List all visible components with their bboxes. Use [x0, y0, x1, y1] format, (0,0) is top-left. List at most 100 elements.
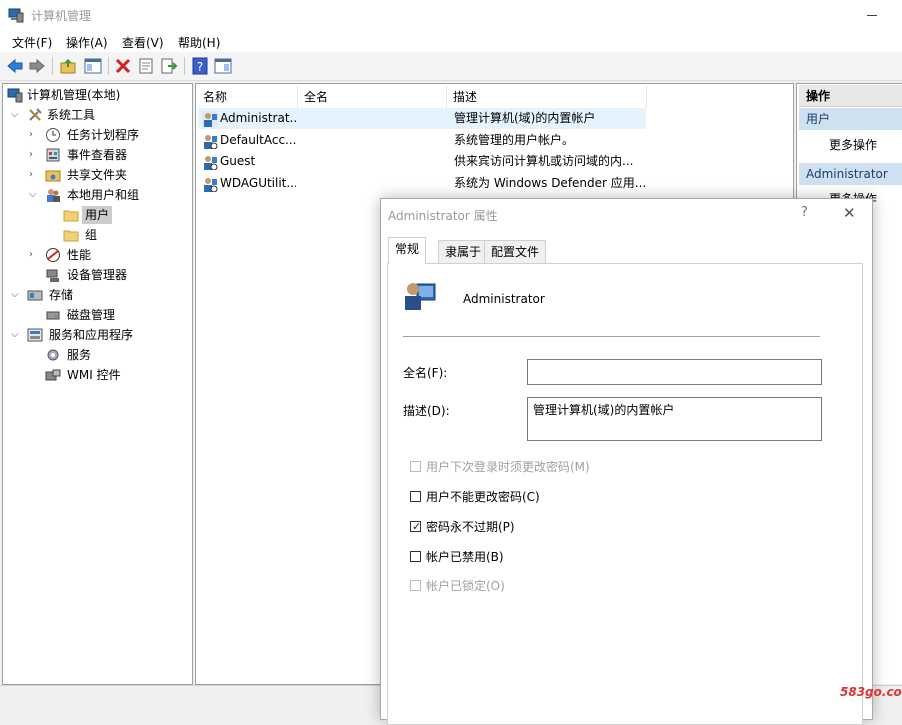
tree-item-services-apps[interactable]: ⌵ 服务和应用程序	[11, 326, 191, 344]
actions-section-administrator: Administrator	[799, 163, 902, 185]
clock-icon	[46, 128, 60, 142]
column-header-name[interactable]: 名称	[197, 86, 298, 108]
divider	[403, 336, 820, 337]
chevron-right-icon[interactable]: ›	[29, 166, 39, 184]
tree-label: 服务	[67, 348, 92, 362]
menu-file[interactable]: 文件(F)	[12, 34, 52, 51]
tree-item-wmi[interactable]: WMI 控件	[45, 366, 195, 384]
folder-icon	[63, 210, 79, 222]
help-button[interactable]: ?	[801, 205, 808, 220]
menu-help[interactable]: 帮助(H)	[178, 34, 220, 51]
computer-management-icon	[8, 8, 24, 23]
tree-item-event-viewer[interactable]: › 事件查看器	[29, 146, 189, 164]
performance-icon	[46, 248, 60, 262]
chevron-right-icon[interactable]: ›	[29, 146, 39, 164]
table-row[interactable]: Administrat... 管理计算机(域)的内置帐户	[198, 108, 646, 129]
user-name-cell: WDAGUtilit...	[220, 176, 296, 190]
checkbox-box: ✓	[410, 520, 422, 533]
minimize-button[interactable]	[863, 6, 883, 24]
checkbox-label: 用户下次登录时须更改密码(M)	[426, 460, 590, 474]
checkbox-box	[410, 491, 421, 502]
menu-view[interactable]: 查看(V)	[122, 34, 164, 51]
properties-dialog: Administrator 属性 ? ✕ 常规 隶属于 配置文件 Adminis…	[380, 198, 873, 725]
disk-icon	[46, 311, 60, 320]
tree-root[interactable]: 计算机管理(本地)	[7, 86, 187, 104]
tree-label: 事件查看器	[67, 148, 128, 162]
user-icon	[204, 178, 218, 192]
properties-icon[interactable]	[137, 57, 155, 75]
forward-icon[interactable]	[28, 57, 46, 75]
user-description-cell: 管理计算机(域)的内置帐户	[454, 111, 596, 125]
tree-item-groups[interactable]: 组	[63, 226, 123, 244]
up-folder-icon[interactable]	[59, 57, 77, 75]
user-description-cell: 系统为 Windows Defender 应用...	[454, 176, 647, 190]
services-apps-icon	[27, 328, 43, 342]
menu-action[interactable]: 操作(A)	[66, 34, 108, 51]
storage-icon	[27, 290, 43, 301]
gear-icon	[47, 349, 59, 361]
column-header-description[interactable]: 描述	[447, 86, 647, 108]
tab-profile[interactable]: 配置文件	[484, 240, 547, 263]
export-icon[interactable]	[160, 57, 178, 75]
checkmark-icon: ✓	[412, 520, 422, 533]
view-icon[interactable]	[214, 57, 232, 75]
actions-header: 操作	[799, 85, 902, 107]
window-title: 计算机管理	[31, 9, 92, 23]
tab-general[interactable]: 常规	[388, 237, 427, 264]
table-row[interactable]: Guest 供来宾访问计算机或访问域的内...	[198, 151, 646, 172]
table-row[interactable]: WDAGUtilit... 系统为 Windows Defender 应用...	[198, 173, 646, 194]
user-description-cell: 系统管理的用户帐户。	[454, 133, 575, 147]
fullname-field[interactable]	[527, 359, 822, 385]
close-button[interactable]: ✕	[843, 204, 856, 222]
wmi-control-icon	[45, 369, 61, 381]
tree-label: WMI 控件	[67, 368, 121, 382]
tab-member-of[interactable]: 隶属于	[438, 240, 489, 263]
tree-item-performance[interactable]: › 性能	[29, 246, 189, 264]
fullname-label: 全名(F):	[403, 366, 448, 380]
description-label: 描述(D):	[403, 404, 450, 418]
svg-text:?: ?	[197, 60, 203, 74]
tree-item-system-tools[interactable]: ⌵ 系统工具	[11, 106, 191, 124]
help-icon[interactable]: ?	[191, 57, 209, 75]
tree-item-local-users-groups[interactable]: ⌵ 本地用户和组	[29, 186, 189, 204]
description-field[interactable]: 管理计算机(域)的内置帐户	[527, 397, 822, 441]
back-icon[interactable]	[6, 57, 24, 75]
tree-item-shared-folders[interactable]: › 共享文件夹	[29, 166, 189, 184]
user-icon	[204, 156, 218, 170]
tree-label: 性能	[67, 248, 92, 262]
shared-folder-icon	[45, 170, 61, 182]
tools-icon	[29, 108, 42, 121]
tree-item-device-manager[interactable]: 设备管理器	[45, 266, 195, 284]
show-hide-tree-icon[interactable]	[84, 57, 102, 75]
tree-label: 计算机管理(本地)	[27, 88, 121, 102]
chevron-right-icon[interactable]: ›	[29, 246, 39, 264]
computer-management-icon	[7, 88, 23, 103]
tree-item-task-scheduler[interactable]: › 任务计划程序	[29, 126, 189, 144]
chevron-down-icon[interactable]: ⌵	[29, 186, 39, 204]
table-row[interactable]: DefaultAcc... 系统管理的用户帐户。	[198, 130, 646, 151]
tree-item-disk-management[interactable]: 磁盘管理	[45, 306, 195, 324]
user-name-label: Administrator	[463, 292, 545, 306]
toolbar: ?	[0, 52, 902, 81]
tree-item-services[interactable]: 服务	[45, 346, 195, 364]
tree-label: 本地用户和组	[67, 188, 140, 202]
chevron-down-icon[interactable]: ⌵	[11, 326, 21, 344]
tree-label: 用户	[82, 206, 113, 224]
folder-icon	[63, 230, 79, 242]
more-actions-link[interactable]: 更多操作	[829, 136, 877, 153]
checkbox-label: 密码永不过期(P)	[426, 520, 515, 534]
chevron-down-icon[interactable]: ⌵	[11, 106, 21, 124]
tree-label: 组	[85, 228, 98, 242]
tree-item-storage[interactable]: ⌵ 存储	[11, 286, 191, 304]
title-bar: 计算机管理	[0, 0, 902, 30]
chevron-right-icon[interactable]: ›	[29, 126, 39, 144]
tree-item-users[interactable]: 用户	[63, 206, 123, 224]
chevron-down-icon[interactable]: ⌵	[11, 286, 21, 304]
column-header-fullname[interactable]: 全名	[298, 86, 447, 108]
checkbox-box	[410, 551, 421, 562]
checkbox-box	[410, 461, 421, 472]
actions-section-users: 用户	[799, 108, 902, 130]
users-groups-icon	[47, 189, 60, 202]
delete-icon[interactable]	[114, 57, 132, 75]
tree-label: 系统工具	[47, 108, 96, 122]
